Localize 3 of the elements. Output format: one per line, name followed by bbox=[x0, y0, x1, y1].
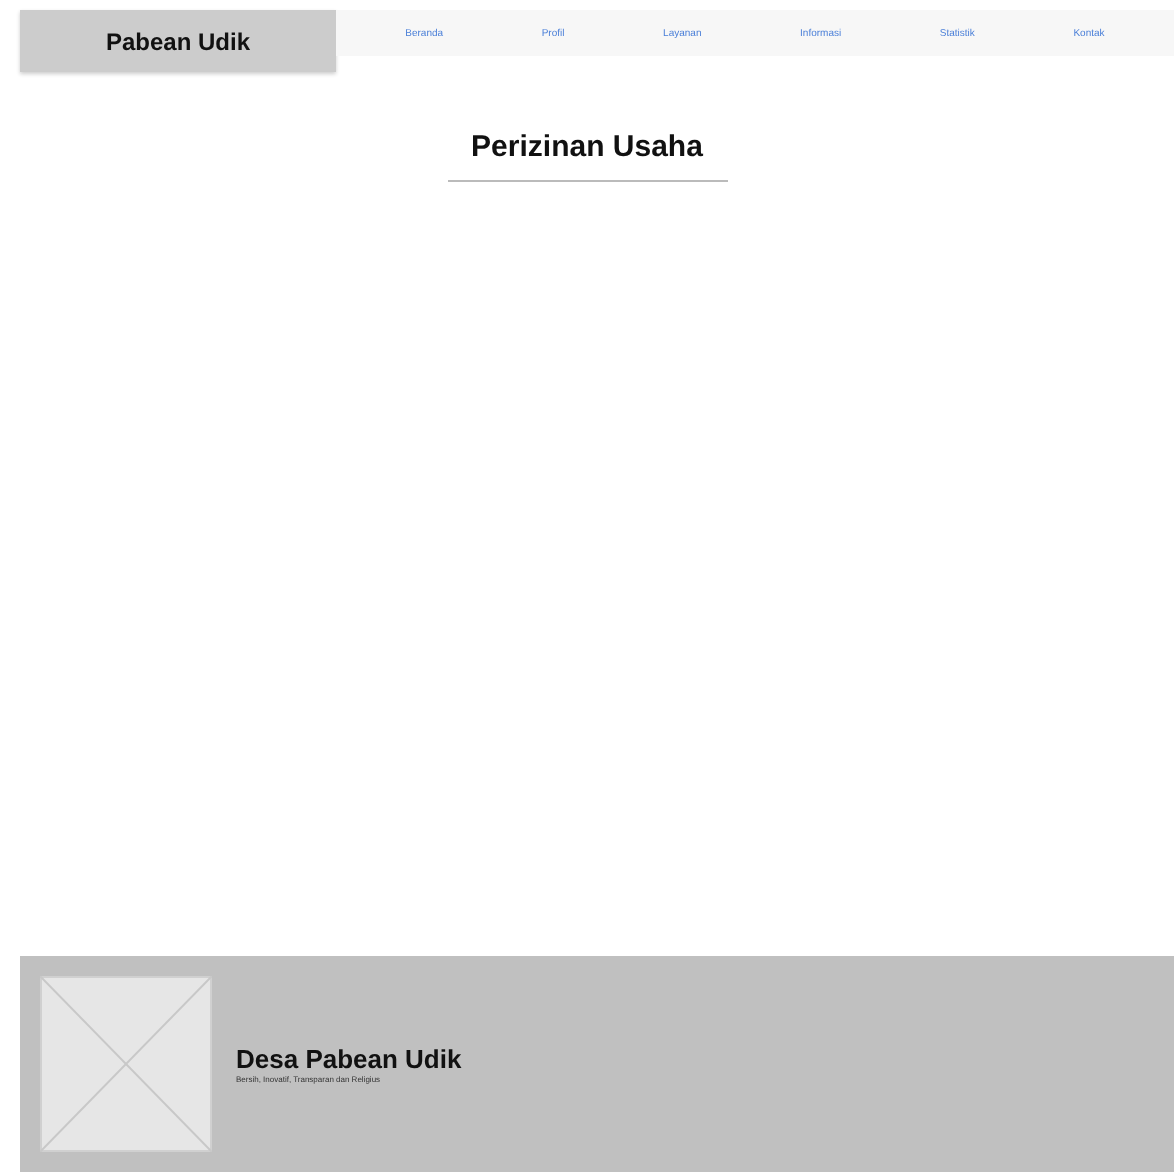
page-title: Perizinan Usaha bbox=[471, 130, 703, 164]
footer-title: Desa Pabean Udik bbox=[236, 1044, 462, 1074]
site-logo[interactable]: Pabean Udik bbox=[20, 10, 336, 72]
